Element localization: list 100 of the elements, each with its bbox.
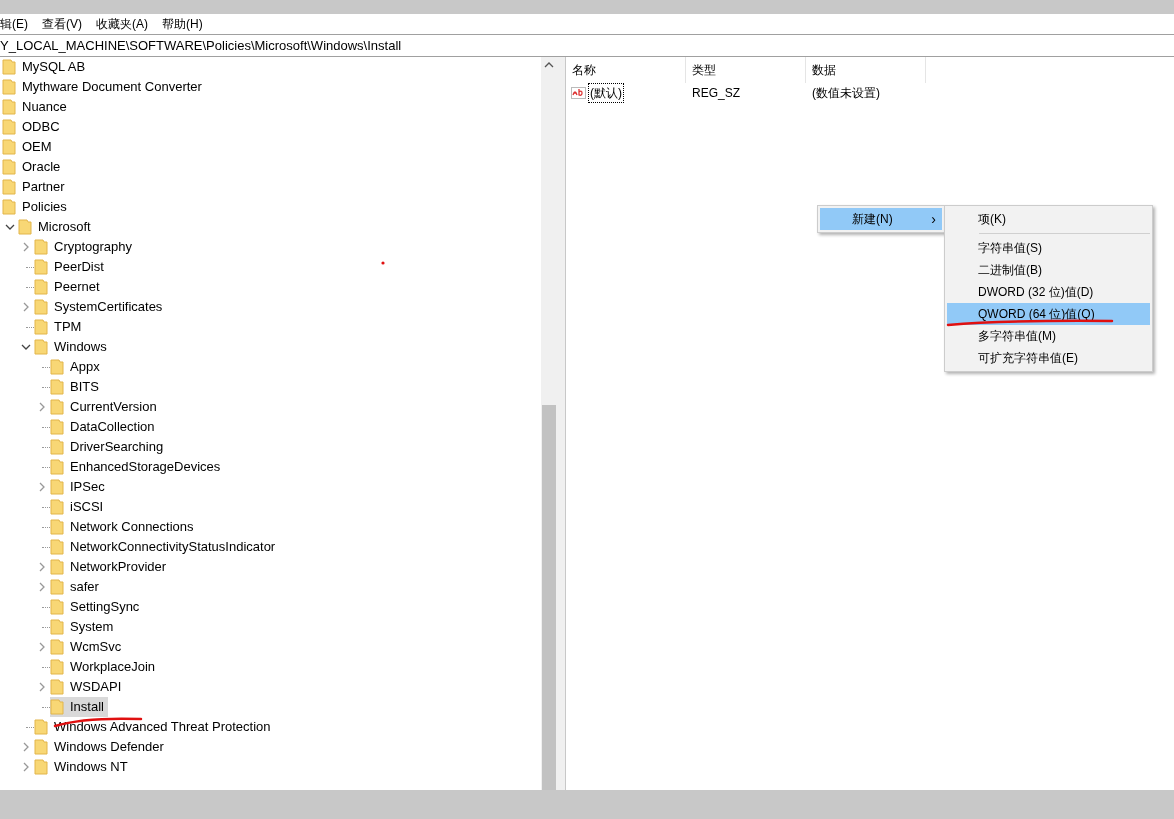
- folder-icon: [50, 439, 64, 455]
- folder-icon: [50, 559, 64, 575]
- folder-icon: [50, 699, 64, 715]
- tree-item[interactable]: WorkplaceJoin: [70, 657, 156, 677]
- tree-item[interactable]: safer: [70, 577, 99, 597]
- menu-item[interactable]: 二进制值(B): [947, 259, 1150, 281]
- folder-icon: [50, 519, 64, 535]
- tree-item[interactable]: EnhancedStorageDevices: [70, 457, 221, 477]
- folder-icon: [50, 579, 64, 595]
- tree-item[interactable]: Partner: [22, 177, 65, 197]
- menu-item[interactable]: 辑(E): [0, 15, 28, 33]
- tree-item[interactable]: Microsoft: [38, 217, 91, 237]
- tree-item[interactable]: Mythware Document Converter: [22, 77, 202, 97]
- chevron-right-icon[interactable]: [21, 242, 31, 252]
- folder-icon: [50, 639, 64, 655]
- tree-item[interactable]: SystemCertificates: [54, 297, 163, 317]
- value-type: REG_SZ: [691, 85, 741, 102]
- chevron-right-icon[interactable]: [21, 302, 31, 312]
- folder-icon: [50, 419, 64, 435]
- folder-icon: [50, 679, 64, 695]
- chevron-right-icon[interactable]: [37, 642, 47, 652]
- column-header[interactable]: 名称: [572, 61, 596, 79]
- folder-icon: [2, 179, 16, 195]
- menu-item[interactable]: 查看(V): [42, 15, 82, 33]
- folder-icon: [34, 259, 48, 275]
- menu-item[interactable]: 帮助(H): [162, 15, 203, 33]
- menu-item[interactable]: 项(K): [947, 208, 1150, 230]
- folder-icon: [50, 619, 64, 635]
- folder-icon: [18, 219, 32, 235]
- tree-item[interactable]: Windows Defender: [54, 737, 164, 757]
- string-value-icon: [571, 85, 587, 101]
- tree-item[interactable]: SettingSync: [70, 597, 140, 617]
- tree-item[interactable]: WcmSvc: [70, 637, 122, 657]
- folder-icon: [50, 399, 64, 415]
- menu-item[interactable]: 收藏夹(A): [96, 15, 148, 33]
- folder-icon: [34, 299, 48, 315]
- chevron-right-icon[interactable]: [37, 682, 47, 692]
- folder-icon: [2, 119, 16, 135]
- scrollbar-thumb[interactable]: [542, 405, 556, 790]
- folder-icon: [50, 379, 64, 395]
- tree-item[interactable]: IPSec: [70, 477, 105, 497]
- value-name[interactable]: (默认): [588, 83, 624, 103]
- menu-item[interactable]: 新建(N) ›: [820, 208, 942, 230]
- chevron-right-icon[interactable]: [37, 402, 47, 412]
- column-header[interactable]: 数据: [812, 61, 836, 79]
- chevron-down-icon[interactable]: [5, 222, 15, 232]
- chevron-down-icon[interactable]: [21, 342, 31, 352]
- tree-item[interactable]: DataCollection: [70, 417, 155, 437]
- folder-icon: [2, 139, 16, 155]
- tree-item[interactable]: CurrentVersion: [70, 397, 157, 417]
- folder-icon: [2, 159, 16, 175]
- tree-item[interactable]: System: [70, 617, 114, 637]
- folder-icon: [50, 539, 64, 555]
- tree-item[interactable]: Network Connections: [70, 517, 194, 537]
- tree-item[interactable]: BITS: [70, 377, 99, 397]
- folder-icon: [2, 79, 16, 95]
- tree-item[interactable]: MySQL AB: [22, 57, 86, 77]
- folder-icon: [34, 719, 48, 735]
- tree-item[interactable]: Peernet: [54, 277, 100, 297]
- menu-item[interactable]: 字符串值(S): [947, 237, 1150, 259]
- folder-icon: [50, 499, 64, 515]
- folder-icon: [2, 199, 16, 215]
- address-field[interactable]: Y_LOCAL_MACHINE\SOFTWARE\Policies\Microsoft\Windows\Install: [0, 35, 402, 56]
- tree-item[interactable]: DriverSearching: [70, 437, 164, 457]
- tree-item[interactable]: Windows: [54, 337, 107, 357]
- folder-icon: [34, 279, 48, 295]
- folder-icon: [50, 659, 64, 675]
- tree-item[interactable]: Appx: [70, 357, 100, 377]
- tree-item[interactable]: NetworkConnectivityStatusIndicator: [70, 537, 276, 557]
- folder-icon: [34, 759, 48, 775]
- menu-item[interactable]: DWORD (32 位)值(D): [947, 281, 1150, 303]
- folder-icon: [50, 479, 64, 495]
- tree-item[interactable]: NetworkProvider: [70, 557, 167, 577]
- folder-icon: [34, 319, 48, 335]
- tree-item[interactable]: Windows NT: [54, 757, 128, 777]
- column-header[interactable]: 类型: [692, 61, 716, 79]
- tree-item[interactable]: iSCSI: [70, 497, 104, 517]
- tree-item[interactable]: Oracle: [22, 157, 61, 177]
- folder-icon: [2, 59, 16, 75]
- folder-icon: [34, 739, 48, 755]
- menu-item[interactable]: 可扩充字符串值(E): [947, 347, 1150, 369]
- tree-item[interactable]: Nuance: [22, 97, 67, 117]
- folder-icon: [2, 99, 16, 115]
- tree-item[interactable]: WSDAPI: [70, 677, 122, 697]
- tree-item[interactable]: PeerDist: [54, 257, 104, 277]
- scrollbar[interactable]: [541, 57, 557, 790]
- tree-item[interactable]: Cryptography: [54, 237, 133, 257]
- tree-item[interactable]: Windows Advanced Threat Protection: [54, 717, 271, 737]
- annotation-dot: [381, 261, 385, 265]
- chevron-right-icon[interactable]: [37, 482, 47, 492]
- tree-item[interactable]: OEM: [22, 137, 52, 157]
- folder-icon: [50, 459, 64, 475]
- folder-icon: [34, 339, 48, 355]
- menu-item[interactable]: 多字符串值(M): [947, 325, 1150, 347]
- folder-icon: [34, 239, 48, 255]
- tree-item[interactable]: TPM: [54, 317, 82, 337]
- folder-icon: [50, 599, 64, 615]
- tree-item[interactable]: Policies: [22, 197, 67, 217]
- tree-item[interactable]: ODBC: [22, 117, 60, 137]
- folder-icon: [50, 359, 64, 375]
